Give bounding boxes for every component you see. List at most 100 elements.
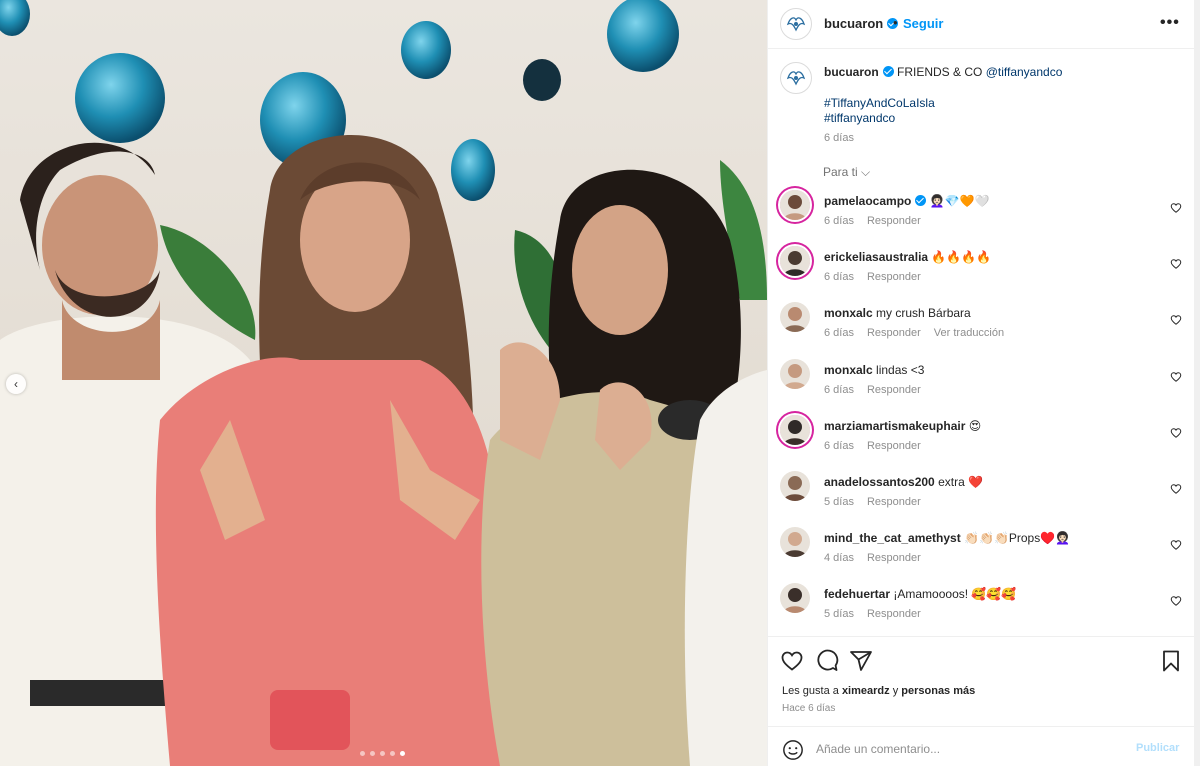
comment-text-line: erickeliasaustralia 🔥🔥🔥🔥 [824, 250, 991, 264]
carousel-dot [360, 751, 365, 756]
avatar-photo-icon [780, 246, 810, 277]
commenter-avatar[interactable] [780, 414, 810, 445]
commenter-avatar[interactable] [780, 471, 810, 501]
comment-text: my crush Bárbara [876, 306, 971, 321]
commenter-avatar[interactable] [780, 358, 810, 389]
brand-logo-icon [786, 71, 806, 86]
comment-item: monxalc lindas <3 6 días Responder [768, 355, 1195, 411]
commenter-avatar[interactable] [780, 583, 810, 614]
author-avatar[interactable] [780, 8, 812, 40]
reply-button[interactable]: Responder [867, 440, 921, 452]
for-you-filter[interactable]: Para ti ⌵ [823, 165, 870, 180]
header-username[interactable]: bucuaron [824, 16, 899, 31]
avatar-photo-icon [780, 358, 810, 389]
comment-text: extra ❤️ [938, 475, 984, 489]
like-heart-icon[interactable] [780, 649, 804, 673]
likes-summary: Les gusta a ximeardz y personas más [782, 685, 976, 697]
reply-button[interactable]: Responder [867, 608, 921, 620]
comment-like-heart-icon[interactable] [1170, 258, 1182, 270]
follow-button[interactable]: Seguir [903, 16, 943, 31]
comment-like-heart-icon[interactable] [1170, 595, 1182, 607]
liker-username[interactable]: ximeardz [842, 685, 890, 697]
comment-username[interactable]: fedehuertar [824, 587, 890, 601]
hashtag-link[interactable]: #tiffanyandco [824, 111, 935, 126]
comment-like-heart-icon[interactable] [1170, 483, 1182, 495]
comment-text-line: mind_the_cat_amethyst 👏🏻👏🏻👏🏻Props♥️👩🏻‍🦱 [824, 531, 1070, 545]
commenter-avatar[interactable] [780, 302, 810, 333]
verified-icon [915, 195, 927, 206]
avatar-photo-icon [780, 302, 810, 333]
reply-button[interactable]: Responder [867, 496, 921, 508]
page-scrollbar[interactable] [1194, 0, 1200, 766]
comment-time: 6 días [824, 215, 854, 227]
caption-text-line: bucuaron FRIENDS & CO @tiffanyandco [824, 65, 1174, 80]
comment-username[interactable]: monxalc [824, 363, 873, 377]
hashtag-link[interactable]: #TiffanyAndCoLaIsla [824, 96, 935, 111]
comment-text-line: monxalc lindas <3 [824, 363, 924, 377]
post-header: bucuaron • Seguir ••• [768, 0, 1195, 49]
comment-meta: 5 días Responder [824, 608, 934, 620]
publish-button[interactable]: Publicar [1136, 742, 1179, 754]
save-bookmark-icon[interactable] [1159, 649, 1183, 673]
comment-time: 4 días [824, 552, 854, 565]
post-side-panel: bucuaron • Seguir ••• bucuaron FRIENDS &… [767, 0, 1195, 766]
carousel-dots [360, 751, 405, 756]
commenter-avatar[interactable] [780, 527, 810, 558]
emoji-smiley-icon[interactable] [782, 739, 804, 761]
chevron-down-icon: ⌵ [861, 165, 871, 179]
share-send-icon[interactable] [849, 649, 873, 673]
comment-username[interactable]: erickeliasaustralia [824, 250, 928, 264]
see-translation-button[interactable]: Ver traducción [934, 327, 1004, 339]
comment-like-heart-icon[interactable] [1170, 202, 1182, 214]
comment-username[interactable]: anadelossantos200 [824, 475, 935, 489]
comment-username[interactable]: mind_the_cat_amethyst [824, 531, 961, 545]
reply-button[interactable]: Responder [867, 215, 921, 227]
comment-like-heart-icon[interactable] [1170, 539, 1182, 551]
comment-text: 😍 [968, 418, 982, 433]
comment-text: ¡Amamoooos! 🥰🥰🥰 [893, 587, 1017, 602]
caption-mention[interactable]: @tiffanyandco [986, 65, 1063, 79]
comment-item: monxalc my crush Bárbara 6 días Responder V… [768, 298, 1195, 354]
comment-text: 🔥🔥🔥🔥 [931, 250, 992, 265]
comment-time: 5 días [824, 496, 854, 508]
comment-like-heart-icon[interactable] [1170, 427, 1182, 439]
add-comment-input[interactable] [814, 737, 1118, 761]
carousel-prev-button[interactable]: ‹ [6, 374, 26, 394]
commenter-avatar[interactable] [780, 190, 810, 220]
others-likes-link[interactable]: personas más [901, 685, 975, 697]
reply-button[interactable]: Responder [867, 552, 921, 564]
comment-like-heart-icon[interactable] [1170, 314, 1182, 326]
header-separator: • [893, 15, 898, 30]
comment-meta: 6 días Responder Ver traducción [824, 327, 1017, 339]
caption-username[interactable]: bucuaron [824, 65, 879, 79]
verified-icon [882, 66, 894, 77]
comment-text: 👏🏻👏🏻👏🏻Props♥️👩🏻‍🦱 [964, 531, 1071, 546]
reply-button[interactable]: Responder [867, 327, 921, 339]
comment-username[interactable]: monxalc [824, 306, 873, 320]
comment-meta: 6 días Responder [824, 384, 934, 396]
comment-username[interactable]: pamelaocampo [824, 194, 911, 208]
comment-meta: 6 días Responder [824, 440, 934, 452]
caption-text: FRIENDS & CO [897, 65, 983, 79]
comment-like-heart-icon[interactable] [1170, 371, 1182, 383]
caption-avatar[interactable] [780, 62, 812, 94]
commenter-avatar[interactable] [780, 246, 810, 277]
comment-item: pamelaocampo 👩🏻‍🦱💎🧡🤍 6 días Responder [768, 186, 1195, 242]
comment-meta: 4 días Responder [824, 552, 934, 564]
comment-text-line: anadelossantos200 extra ❤️ [824, 475, 983, 489]
caption-hashtags: #TiffanyAndCoLaIsla #tiffanyandco [824, 96, 935, 126]
carousel-dot [390, 751, 395, 756]
photo-scene [0, 0, 767, 766]
comment-username[interactable]: marziamartismakeuphair [824, 419, 965, 433]
reply-button[interactable]: Responder [867, 271, 921, 283]
carousel-dot [380, 751, 385, 756]
comment-time: 5 días [824, 608, 854, 621]
carousel-dot-active [400, 751, 405, 756]
comment-bubble-icon[interactable] [815, 649, 839, 673]
caption-time: 6 días [824, 132, 854, 144]
comment-meta: 5 días Responder [824, 496, 934, 508]
comment-meta: 6 días Responder [824, 271, 934, 283]
more-options-icon[interactable]: ••• [1160, 14, 1180, 32]
comment-text-line: monxalc my crush Bárbara [824, 306, 971, 320]
reply-button[interactable]: Responder [867, 384, 921, 396]
